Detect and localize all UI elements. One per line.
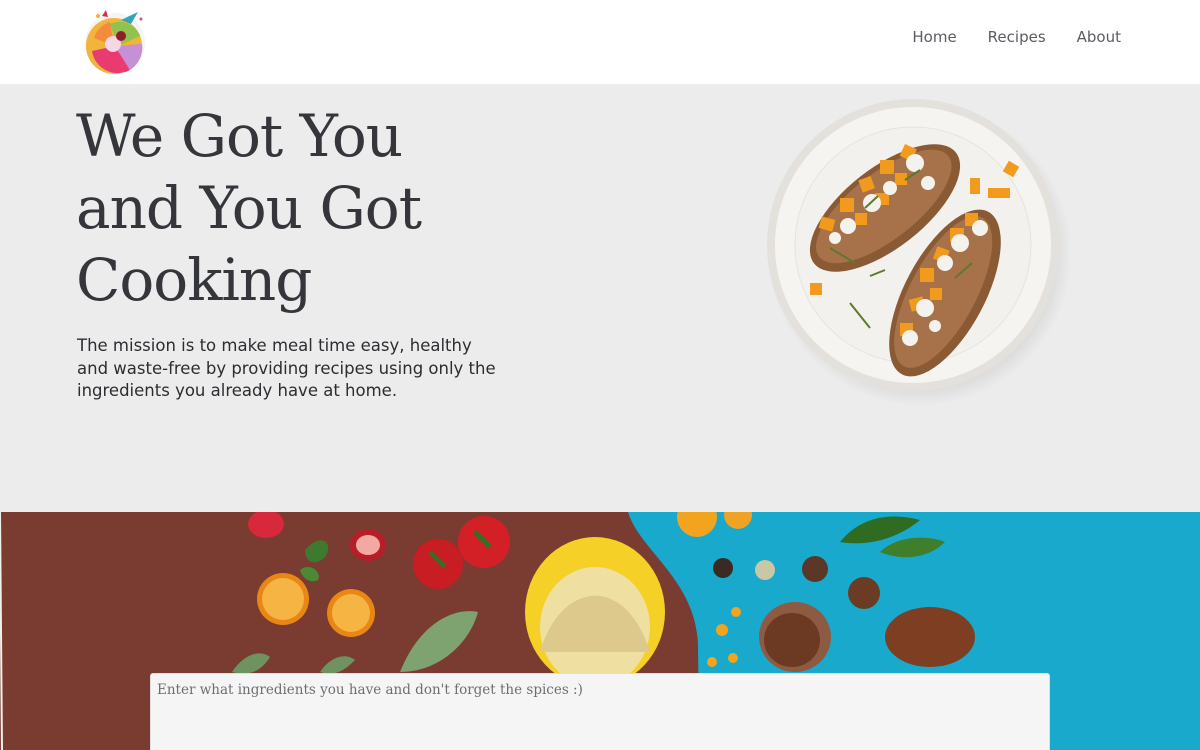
hero-section: We Got You and You Got Cooking The missi… (0, 84, 1200, 512)
nav-link-about[interactable]: About (1077, 28, 1121, 46)
fruit-logo-icon[interactable] (80, 6, 150, 76)
nav-link-recipes[interactable]: Recipes (988, 28, 1046, 46)
main-nav: Home Recipes About (912, 28, 1121, 46)
hero-title-line: We Got You (76, 102, 403, 170)
hero-title-line: and You Got (76, 174, 422, 242)
site-header: Home Recipes About (0, 0, 1200, 84)
hero-title-line: Cooking (76, 246, 312, 314)
ingredients-section (0, 512, 1200, 750)
nav-link-home[interactable]: Home (912, 28, 956, 46)
ingredients-input[interactable] (150, 673, 1050, 750)
food-plate-image (760, 98, 1072, 408)
mission-text: The mission is to make meal time easy, h… (77, 336, 496, 400)
hero-title: We Got You and You Got Cooking (76, 100, 496, 316)
